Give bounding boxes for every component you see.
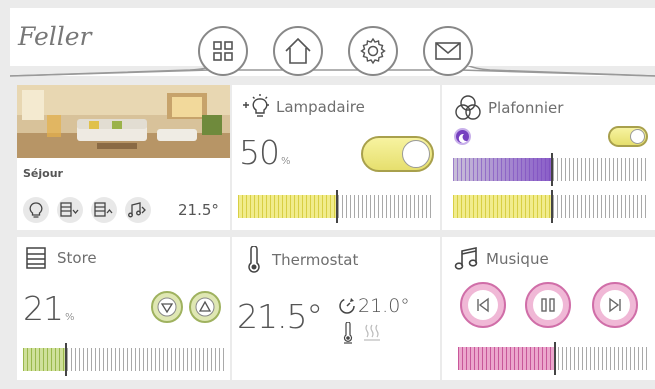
plafonnier-brightness-slider[interactable] xyxy=(453,190,649,223)
previous-icon xyxy=(468,290,498,320)
light-bulb-plus-icon xyxy=(243,94,269,117)
thermostat-tile: Thermostat 21.5° 21.0° xyxy=(232,237,440,380)
lampadaire-tile: Lampadaire 50% xyxy=(232,85,440,230)
home-icon xyxy=(285,37,311,64)
mail-icon xyxy=(435,42,461,60)
music-volume-fill xyxy=(458,347,554,370)
lampadaire-value-number: 50 xyxy=(239,133,280,172)
store-slider-thumb[interactable] xyxy=(65,343,68,376)
thermostat-current: 21.5° xyxy=(237,297,323,336)
nav-settings-button[interactable] xyxy=(348,26,398,76)
room-light-button[interactable] xyxy=(23,197,49,223)
top-bar-edge xyxy=(10,69,655,77)
room-blind-down-button[interactable] xyxy=(57,197,83,223)
lampadaire-slider-fill xyxy=(238,195,336,218)
moon-icon xyxy=(458,133,467,143)
thermometer-small-icon xyxy=(343,322,353,344)
plafonnier-title: Plafonnier xyxy=(488,99,564,117)
plafonnier-brightness-fill xyxy=(453,195,551,218)
triangle-down-icon xyxy=(157,297,177,317)
plafonnier-color-slider[interactable] xyxy=(453,153,649,186)
store-down-button[interactable] xyxy=(151,291,183,323)
room-photo xyxy=(17,85,230,158)
musique-title: Musique xyxy=(486,250,549,268)
lampadaire-title: Lampadaire xyxy=(276,98,365,116)
bulb-icon xyxy=(29,202,43,218)
store-tile: Store 21% xyxy=(17,237,230,380)
setpoint-dial-icon xyxy=(339,298,355,314)
lampadaire-toggle[interactable] xyxy=(361,136,434,172)
plafonnier-toggle[interactable] xyxy=(608,126,648,147)
room-blind-up-button[interactable] xyxy=(91,197,117,223)
store-value: 21% xyxy=(23,289,75,328)
blind-icon xyxy=(26,247,46,269)
next-icon xyxy=(600,290,630,320)
music-note-icon xyxy=(454,247,478,270)
gear-icon xyxy=(360,37,386,65)
thermostat-title: Thermostat xyxy=(272,251,359,269)
pause-icon xyxy=(533,290,563,320)
lampadaire-slider-thumb[interactable] xyxy=(336,190,338,223)
musique-tile: Musique xyxy=(442,237,655,380)
nav-home-button[interactable] xyxy=(273,26,323,76)
nav-mail-button[interactable] xyxy=(423,26,473,76)
top-bar: Feller xyxy=(10,8,655,77)
music-pause-button[interactable] xyxy=(525,282,571,328)
plafonnier-color-fill xyxy=(453,158,551,181)
color-circles-icon xyxy=(455,95,481,120)
plafonnier-brightness-thumb[interactable] xyxy=(551,190,553,223)
lampadaire-unit: % xyxy=(281,156,291,167)
store-title: Store xyxy=(57,249,97,267)
room-name: Séjour xyxy=(23,167,63,180)
plafonnier-tile: Plafonnier xyxy=(442,85,655,230)
music-volume-slider[interactable] xyxy=(458,342,649,375)
room-temperature: 21.5° xyxy=(178,201,219,219)
thermostat-setpoint-value: 21.0° xyxy=(358,295,410,317)
feller-logo: Feller xyxy=(18,22,92,51)
lampadaire-slider[interactable] xyxy=(238,190,434,223)
room-tile[interactable]: Séjour 21.5° xyxy=(17,85,230,230)
plafonnier-color-thumb[interactable] xyxy=(551,153,553,186)
blind-up-icon xyxy=(94,202,113,217)
blind-down-icon xyxy=(60,202,79,217)
thermostat-setpoint[interactable]: 21.0° xyxy=(338,295,410,317)
store-value-number: 21 xyxy=(23,289,64,328)
store-slider[interactable] xyxy=(23,343,224,376)
color-mode-button[interactable] xyxy=(454,128,471,145)
room-music-button[interactable] xyxy=(125,197,151,223)
grid-icon xyxy=(213,41,233,61)
music-volume-thumb[interactable] xyxy=(553,342,556,375)
store-slider-fill xyxy=(23,348,66,371)
music-next-button[interactable] xyxy=(592,282,638,328)
music-previous-button[interactable] xyxy=(460,282,506,328)
lampadaire-value: 50% xyxy=(239,133,291,172)
store-up-button[interactable] xyxy=(189,291,221,323)
music-icon xyxy=(128,202,146,218)
store-unit: % xyxy=(65,312,75,323)
triangle-up-icon xyxy=(195,297,215,317)
thermometer-icon xyxy=(248,246,260,273)
nav-grid-button[interactable] xyxy=(198,26,248,76)
heating-icon xyxy=(364,324,380,341)
